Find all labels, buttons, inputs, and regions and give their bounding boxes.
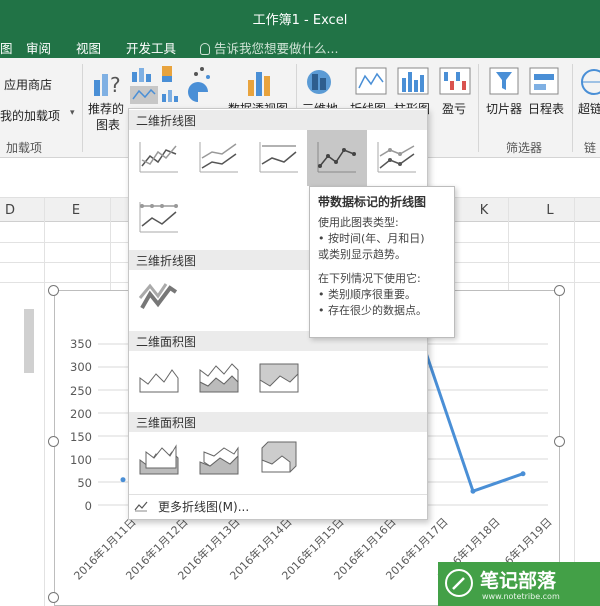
y-tick-label: 0: [84, 499, 92, 513]
section-3d-area: 三维面积图: [129, 412, 427, 432]
y-tick-label: 200: [70, 407, 92, 421]
more-line-charts-link[interactable]: 更多折线图(M)...: [158, 498, 249, 515]
line-with-markers-icon[interactable]: [314, 138, 360, 178]
line-chart-icon[interactable]: [136, 138, 182, 178]
percent-line-markers-icon[interactable]: [136, 198, 182, 238]
resize-handle[interactable]: [554, 285, 565, 296]
section-2d-line: 二维折线图: [129, 110, 427, 130]
series-line[interactable]: [421, 343, 524, 493]
data-point[interactable]: [120, 477, 126, 483]
percent-area-3d-icon[interactable]: [256, 438, 302, 478]
tooltip-line: 使用此图表类型:: [318, 216, 399, 229]
percent-area-icon[interactable]: [256, 358, 302, 398]
stacked-line-icon[interactable]: [196, 138, 242, 178]
divider: [129, 494, 427, 495]
chart-type-tooltip: 带数据标记的折线图 使用此图表类型: • 按时间(年、月和日) 或类别显示趋势。…: [309, 186, 455, 338]
tooltip-spacer: [318, 263, 446, 271]
percent-line-icon[interactable]: [256, 138, 302, 178]
watermark-name: 笔记部落: [480, 570, 557, 592]
data-point[interactable]: [520, 471, 526, 477]
stacked-area-3d-icon[interactable]: [196, 438, 242, 478]
area-3d-icon[interactable]: [136, 438, 182, 478]
resize-handle[interactable]: [48, 592, 59, 603]
tooltip-line: 或类别显示趋势。: [318, 248, 406, 261]
area-chart-icon[interactable]: [136, 358, 182, 398]
y-tick-label: 300: [70, 360, 92, 374]
y-tick-label: 50: [77, 476, 92, 490]
tooltip-line: • 存在很少的数据点。: [318, 304, 427, 317]
tooltip-line: 在下列情况下使用它:: [318, 272, 421, 285]
resize-handle[interactable]: [48, 285, 59, 296]
tooltip-line: • 按时间(年、月和日): [318, 232, 425, 245]
resize-handle[interactable]: [48, 436, 59, 447]
y-tick-label: 250: [70, 384, 92, 398]
line-3d-icon[interactable]: [136, 278, 182, 318]
data-point[interactable]: [470, 488, 476, 494]
y-tick-label: 350: [70, 337, 92, 351]
watermark-url: www.notetribe.com: [482, 592, 560, 601]
tooltip-title: 带数据标记的折线图: [318, 195, 427, 209]
stacked-line-markers-icon[interactable]: [374, 138, 420, 178]
resize-handle[interactable]: [554, 436, 565, 447]
y-tick-label: 100: [70, 453, 92, 467]
tooltip-line: • 类别顺序很重要。: [318, 288, 416, 301]
stacked-area-icon[interactable]: [196, 358, 242, 398]
line-chart-small-icon: [134, 501, 148, 512]
pen-icon: [445, 569, 473, 597]
